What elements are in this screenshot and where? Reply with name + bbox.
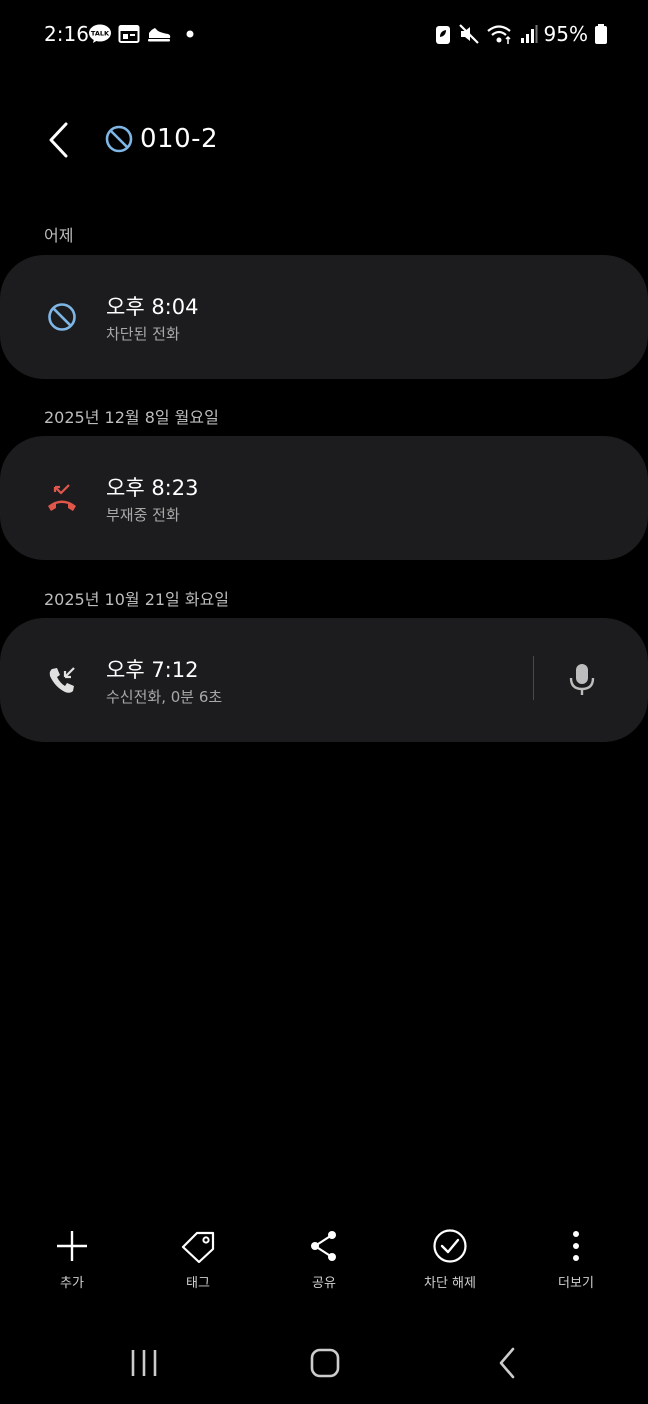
- status-bar: 2:16 TALK 95%: [0, 18, 648, 54]
- call-log-item[interactable]: 오후 8:23 부재중 전화: [0, 436, 648, 560]
- back-icon: [499, 1347, 515, 1379]
- mute-icon: [458, 23, 480, 45]
- calendar-icon: [118, 24, 140, 44]
- call-type: 부재중 전화: [106, 506, 180, 524]
- add-label: 추가: [60, 1276, 84, 1291]
- recording-button[interactable]: [562, 660, 602, 700]
- section-label-date: 2025년 12월 8일 월요일: [44, 408, 219, 427]
- share-label: 공유: [312, 1276, 336, 1291]
- home-icon: [310, 1348, 340, 1378]
- back-button[interactable]: [38, 118, 78, 162]
- call-time: 오후 7:12: [106, 658, 199, 682]
- share-icon: [304, 1226, 344, 1266]
- check-circle-icon: [430, 1226, 470, 1266]
- blocked-icon: [104, 124, 134, 154]
- bottom-toolbar: 추가 태그 공유 차단 해제 더보기: [0, 1226, 648, 1296]
- status-time: 2:16: [44, 22, 89, 46]
- battery-icon: [594, 23, 608, 45]
- home-button[interactable]: [295, 1338, 355, 1388]
- incoming-call-icon: [44, 662, 80, 698]
- tag-button[interactable]: 태그: [148, 1226, 248, 1296]
- microphone-icon: [569, 664, 595, 695]
- add-button[interactable]: 추가: [22, 1226, 122, 1296]
- unblock-button[interactable]: 차단 해제: [400, 1226, 500, 1296]
- more-label: 더보기: [558, 1276, 594, 1291]
- nav-back-button[interactable]: [477, 1338, 537, 1388]
- tag-icon: [178, 1226, 218, 1266]
- missed-call-icon: [44, 480, 80, 516]
- call-log-item[interactable]: 오후 7:12 수신전화, 0분 6초: [0, 618, 648, 742]
- page-title: 010-2: [140, 124, 219, 154]
- status-right-icons: 95%: [434, 22, 608, 46]
- navigation-bar: [0, 1338, 648, 1388]
- svg-text:TALK: TALK: [91, 30, 110, 38]
- call-type: 차단된 전화: [106, 325, 180, 343]
- header: 010-2: [0, 110, 648, 170]
- section-label-yesterday: 어제: [44, 226, 74, 245]
- wifi-icon: [486, 23, 514, 45]
- call-log-item[interactable]: 오후 8:04 차단된 전화: [0, 255, 648, 379]
- battery-percentage: 95%: [543, 22, 588, 46]
- section-label-date: 2025년 10월 21일 화요일: [44, 590, 230, 609]
- more-button[interactable]: 더보기: [526, 1226, 626, 1296]
- call-type: 수신전화, 0분 6초: [106, 688, 223, 706]
- blocked-call-icon: [44, 299, 80, 335]
- recent-apps-icon: [131, 1350, 157, 1376]
- status-left-icons: TALK: [88, 24, 194, 44]
- shoe-icon: [146, 24, 172, 44]
- call-time: 오후 8:23: [106, 476, 199, 500]
- share-button[interactable]: 공유: [274, 1226, 374, 1296]
- recent-apps-button[interactable]: [114, 1338, 174, 1388]
- unblock-label: 차단 해제: [424, 1276, 476, 1291]
- call-detail-screen: 2:16 TALK 95% 010-2 어제 오후 8:04 차단된 전화 20…: [0, 0, 648, 1404]
- plus-icon: [52, 1226, 92, 1266]
- divider: [533, 656, 534, 700]
- kakaotalk-icon: TALK: [88, 24, 112, 44]
- signal-icon: [520, 24, 538, 44]
- battery-saver-icon: [434, 23, 452, 45]
- dot-icon: [186, 30, 194, 38]
- call-time: 오후 8:04: [106, 295, 199, 319]
- more-vertical-icon: [556, 1226, 596, 1266]
- tag-label: 태그: [186, 1276, 210, 1291]
- chevron-left-icon: [49, 122, 68, 158]
- title-wrap: 010-2: [104, 124, 218, 154]
